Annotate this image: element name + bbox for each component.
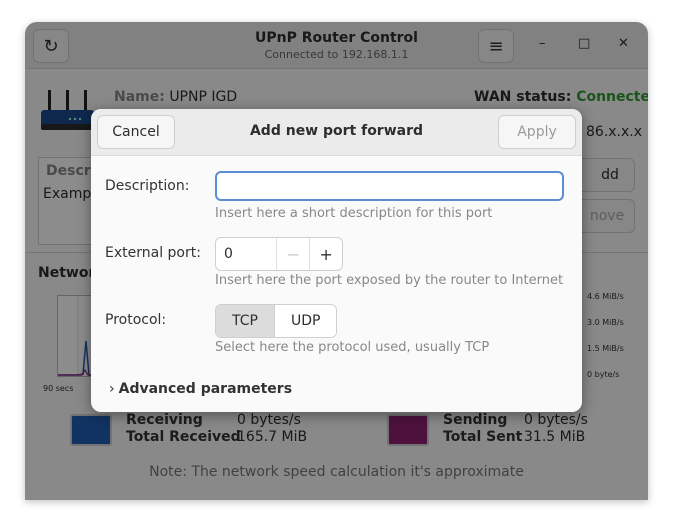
apply-button[interactable]: Apply	[498, 115, 576, 149]
description-input[interactable]	[215, 171, 564, 201]
description-hint: Insert here a short description for this…	[215, 206, 493, 221]
increment-button[interactable]: +	[309, 238, 342, 270]
external-port-value[interactable]: 0	[216, 238, 276, 270]
minus-icon: −	[286, 244, 300, 264]
advanced-parameters-label: Advanced parameters	[118, 381, 293, 397]
description-label: Description:	[105, 178, 190, 194]
external-port-label: External port:	[105, 245, 201, 261]
add-port-forward-dialog: Cancel Add new port forward Apply Descri…	[91, 109, 582, 412]
decrement-button[interactable]: −	[276, 238, 309, 270]
protocol-tcp-button[interactable]: TCP	[216, 305, 275, 337]
protocol-label: Protocol:	[105, 312, 167, 328]
dialog-header: Cancel Add new port forward Apply	[91, 109, 582, 156]
advanced-parameters-expander[interactable]: › Advanced parameters	[109, 381, 292, 397]
protocol-hint: Select here the protocol used, usually T…	[215, 340, 490, 355]
external-port-hint: Insert here the port exposed by the rout…	[215, 273, 564, 288]
protocol-udp-button[interactable]: UDP	[274, 305, 337, 337]
protocol-toggle: TCP UDP	[215, 304, 338, 338]
chevron-right-icon: ›	[109, 381, 115, 397]
external-port-stepper[interactable]: 0 − +	[215, 237, 343, 271]
plus-icon: +	[319, 244, 333, 264]
